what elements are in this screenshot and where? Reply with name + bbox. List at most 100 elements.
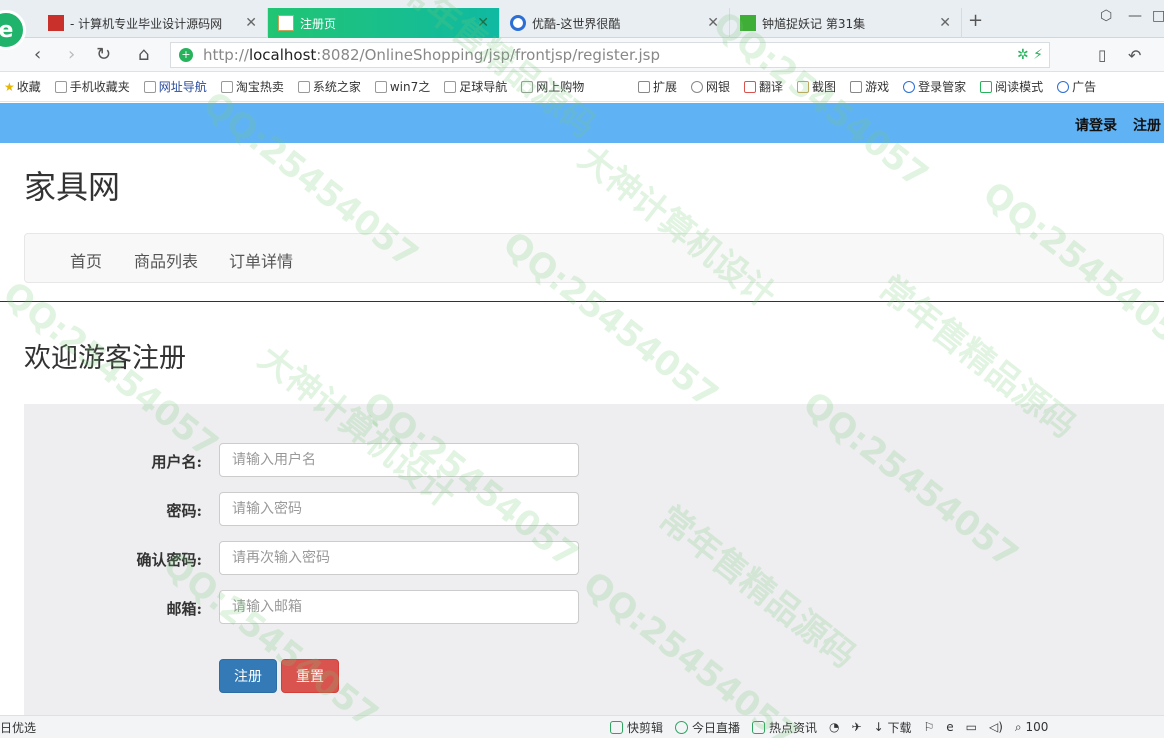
register-link[interactable]: 注册 xyxy=(1133,115,1161,135)
bookmark-favorites[interactable]: ★ 收藏 xyxy=(4,78,41,95)
hot-news-button[interactable]: 热点资讯 xyxy=(752,719,817,736)
tab-register[interactable]: 注册页 ✕ xyxy=(268,8,500,38)
volume-icon[interactable]: ◁) xyxy=(989,720,1003,734)
search-icon: ⌕ xyxy=(1014,719,1022,734)
email-label: 邮箱: xyxy=(166,600,202,618)
download-icon: ↓ xyxy=(873,720,884,734)
url-path: :8082/OnlineShopping/jsp/frontjsp/regist… xyxy=(316,46,661,64)
email-row: 邮箱: xyxy=(24,590,584,624)
browser-status-bar: 日优选 快剪辑 今日直播 热点资讯 ◔ ✈ ↓ 下载 ⚐ e ▭ ◁) ⌕ 10… xyxy=(0,715,1164,738)
password-row: 密码: xyxy=(24,492,584,526)
quick-edit-button[interactable]: 快剪辑 xyxy=(610,719,663,736)
refresh-icon[interactable]: ↻ xyxy=(96,44,111,65)
skin-icon[interactable]: ⬡ xyxy=(1100,8,1112,24)
watermark-text: 大神计算机设计 xyxy=(570,138,783,317)
page-icon xyxy=(521,80,534,93)
star-icon: ★ xyxy=(4,79,15,94)
login-link[interactable]: 请登录 xyxy=(1075,115,1117,135)
tab-title: - 计算机专业毕业设计源码网 xyxy=(70,16,223,31)
login-manager-button[interactable]: 登录管家 xyxy=(903,78,966,95)
tab-title: 钟馗捉妖记 第31集 xyxy=(762,16,866,31)
maximize-icon[interactable]: □ xyxy=(1152,8,1164,24)
username-input[interactable] xyxy=(219,443,579,477)
close-icon[interactable]: ✕ xyxy=(477,15,489,31)
close-icon[interactable]: ✕ xyxy=(939,15,951,31)
page-icon xyxy=(297,80,310,93)
page-icon xyxy=(143,80,156,93)
play-icon xyxy=(675,720,689,734)
site-title: 家具网 xyxy=(24,168,121,206)
youku-icon xyxy=(510,15,526,31)
live-button[interactable]: 今日直播 xyxy=(675,719,740,736)
page-icon xyxy=(220,80,233,93)
speed-icon[interactable]: ◔ xyxy=(829,720,839,734)
close-icon[interactable]: ✕ xyxy=(707,15,719,31)
reset-button[interactable]: 重置 xyxy=(281,659,339,693)
username-row: 用户名: xyxy=(24,443,584,477)
clean-icon[interactable]: ✈ xyxy=(852,720,862,734)
zoom-control[interactable]: ⌕ 100 xyxy=(1015,720,1048,735)
bookmarks-bar: ★ 收藏 手机收藏夹 网址导航 淘宝热卖 系统之家 win7之 足球导航 网上购物… xyxy=(0,72,1164,102)
toolbar-extensions: 扩展 网银 翻译 截图 游戏 登录管家 阅读模式 广告 xyxy=(638,78,1110,95)
new-tab-icon[interactable]: + xyxy=(968,10,983,31)
scissors-icon xyxy=(797,80,810,93)
phone-icon xyxy=(54,80,67,93)
red-square-icon xyxy=(48,15,64,31)
bookmark-item[interactable]: 淘宝热卖 xyxy=(220,78,284,95)
screenshot-button[interactable]: 截图 xyxy=(797,78,836,95)
ie-icon[interactable]: e xyxy=(946,720,953,734)
minimize-icon[interactable]: — xyxy=(1128,8,1142,24)
forward-icon[interactable]: › xyxy=(68,44,75,65)
translate-button[interactable]: 翻译 xyxy=(744,78,783,95)
download-button[interactable]: ↓ 下载 xyxy=(874,719,912,736)
window-icon[interactable]: ▭ xyxy=(966,720,977,734)
scissors-icon xyxy=(610,720,623,734)
url-host: localhost xyxy=(248,46,317,64)
register-button[interactable]: 注册 xyxy=(219,659,277,693)
bookmark-item[interactable]: 系统之家 xyxy=(297,78,361,95)
secure-icon: + xyxy=(179,48,193,62)
undo-icon[interactable]: ↶ xyxy=(1128,46,1141,65)
speed-icon[interactable]: ✲ ⚡ xyxy=(1017,47,1043,63)
tab-youku[interactable]: 优酷-这世界很酷 ✕ xyxy=(500,8,730,38)
page-icon xyxy=(278,15,294,31)
games-button[interactable]: 游戏 xyxy=(850,78,889,95)
nav-item-home[interactable]: 首页 xyxy=(70,248,102,272)
divider xyxy=(0,301,1164,302)
bookmark-item[interactable]: 足球导航 xyxy=(444,78,507,95)
phone-icon[interactable]: ▯ xyxy=(1098,46,1106,64)
bookmark-item[interactable]: win7之 xyxy=(374,78,430,95)
search-icon xyxy=(903,80,916,93)
iqiyi-icon xyxy=(740,15,756,31)
reading-mode-button[interactable]: 阅读模式 xyxy=(980,78,1043,95)
status-left: 日优选 xyxy=(0,720,37,735)
tab-title: 注册页 xyxy=(300,16,337,31)
confirm-password-input[interactable] xyxy=(219,541,579,575)
tab-iqiyi[interactable]: 钟馗捉妖记 第31集 ✕ xyxy=(730,8,962,38)
bank-button[interactable]: 网银 xyxy=(691,78,730,95)
site-topbar: 请登录 注册 xyxy=(0,103,1164,143)
puzzle-icon xyxy=(638,80,650,93)
tab-source-site[interactable]: - 计算机专业毕业设计源码网 ✕ xyxy=(38,8,268,38)
url-scheme: http:// xyxy=(203,46,249,64)
browser-toolbar: ‹ › ↻ ⌂ + http://localhost:8082/OnlineSh… xyxy=(0,38,1164,72)
bookmark-item[interactable]: 手机收藏夹 xyxy=(54,78,130,95)
bookmark-item[interactable]: 网址导航 xyxy=(143,78,207,95)
extensions-button[interactable]: 扩展 xyxy=(638,78,677,95)
password-input[interactable] xyxy=(219,492,579,526)
email-input[interactable] xyxy=(219,590,579,624)
close-icon[interactable]: ✕ xyxy=(245,15,257,31)
home-icon[interactable]: ⌂ xyxy=(138,44,149,65)
password-label: 密码: xyxy=(166,502,202,520)
nav-item-products[interactable]: 商品列表 xyxy=(134,248,198,272)
nav-item-orders[interactable]: 订单详情 xyxy=(229,248,293,272)
bookmark-item[interactable]: 网上购物 xyxy=(521,78,584,95)
back-icon[interactable]: ‹ xyxy=(34,44,41,65)
flag-icon[interactable]: ⚐ xyxy=(924,720,935,734)
adblock-button[interactable]: 广告 xyxy=(1057,78,1096,95)
site-nav: 首页 商品列表 订单详情 xyxy=(24,233,1164,283)
book-icon xyxy=(980,80,993,93)
confirm-password-row: 确认密码: xyxy=(24,541,584,575)
gamepad-icon xyxy=(850,80,863,93)
address-bar[interactable]: + http://localhost:8082/OnlineShopping/j… xyxy=(170,42,1050,68)
